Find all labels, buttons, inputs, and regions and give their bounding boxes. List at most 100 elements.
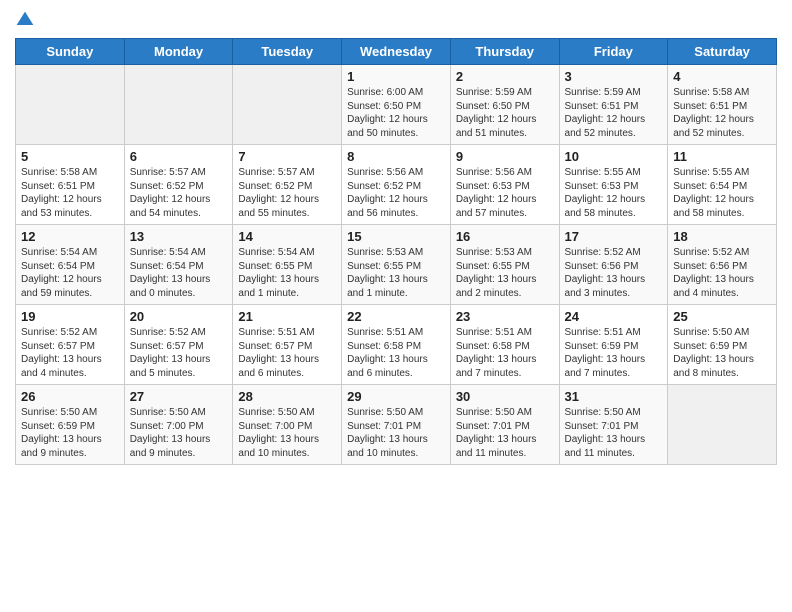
calendar-cell: 3 Sunrise: 5:59 AMSunset: 6:51 PMDaylight… <box>559 65 668 145</box>
cell-info: Sunrise: 5:52 AMSunset: 6:57 PMDaylight:… <box>130 326 228 380</box>
day-number: 13 <box>130 229 228 244</box>
calendar-cell: 28 Sunrise: 5:50 AMSunset: 7:00 PMDayligh… <box>233 385 342 465</box>
day-number: 23 <box>456 309 554 324</box>
day-number: 2 <box>456 69 554 84</box>
cell-info: Sunrise: 5:53 AMSunset: 6:55 PMDaylight:… <box>456 246 554 300</box>
cell-info: Sunrise: 5:51 AMSunset: 6:58 PMDaylight:… <box>347 326 445 380</box>
day-number: 26 <box>21 389 119 404</box>
day-header: Friday <box>559 39 668 65</box>
calendar-cell: 27 Sunrise: 5:50 AMSunset: 7:00 PMDayligh… <box>124 385 233 465</box>
calendar-cell: 15 Sunrise: 5:53 AMSunset: 6:55 PMDayligh… <box>342 225 451 305</box>
day-header: Monday <box>124 39 233 65</box>
day-number: 6 <box>130 149 228 164</box>
calendar-cell: 16 Sunrise: 5:53 AMSunset: 6:55 PMDayligh… <box>450 225 559 305</box>
cell-info: Sunrise: 5:50 AMSunset: 7:01 PMDaylight:… <box>347 406 445 460</box>
day-number: 18 <box>673 229 771 244</box>
calendar-cell: 20 Sunrise: 5:52 AMSunset: 6:57 PMDayligh… <box>124 305 233 385</box>
day-number: 25 <box>673 309 771 324</box>
cell-info: Sunrise: 5:58 AMSunset: 6:51 PMDaylight:… <box>673 86 771 140</box>
calendar-cell: 25Sunrise: 5:50 AMSunset: 6:59 PMDayligh… <box>668 305 777 385</box>
calendar-cell: 19Sunrise: 5:52 AMSunset: 6:57 PMDayligh… <box>16 305 125 385</box>
calendar-cell <box>16 65 125 145</box>
calendar-week-row: 19Sunrise: 5:52 AMSunset: 6:57 PMDayligh… <box>16 305 777 385</box>
calendar-cell: 2 Sunrise: 5:59 AMSunset: 6:50 PMDaylight… <box>450 65 559 145</box>
calendar-cell: 13 Sunrise: 5:54 AMSunset: 6:54 PMDayligh… <box>124 225 233 305</box>
calendar-cell: 10 Sunrise: 5:55 AMSunset: 6:53 PMDayligh… <box>559 145 668 225</box>
day-number: 16 <box>456 229 554 244</box>
calendar-cell: 17 Sunrise: 5:52 AMSunset: 6:56 PMDayligh… <box>559 225 668 305</box>
day-number: 12 <box>21 229 119 244</box>
day-number: 30 <box>456 389 554 404</box>
cell-info: Sunrise: 5:50 AMSunset: 7:00 PMDaylight:… <box>130 406 228 460</box>
cell-info: Sunrise: 5:53 AMSunset: 6:55 PMDaylight:… <box>347 246 445 300</box>
calendar-cell: 7Sunrise: 5:57 AMSunset: 6:52 PMDaylight… <box>233 145 342 225</box>
calendar-week-row: 26Sunrise: 5:50 AMSunset: 6:59 PMDayligh… <box>16 385 777 465</box>
day-header: Wednesday <box>342 39 451 65</box>
cell-info: Sunrise: 5:55 AMSunset: 6:54 PMDaylight:… <box>673 166 771 220</box>
day-header: Saturday <box>668 39 777 65</box>
cell-info: Sunrise: 5:57 AMSunset: 6:52 PMDaylight:… <box>130 166 228 220</box>
day-number: 31 <box>565 389 663 404</box>
day-number: 1 <box>347 69 445 84</box>
cell-info: Sunrise: 5:51 AMSunset: 6:57 PMDaylight:… <box>238 326 336 380</box>
day-number: 9 <box>456 149 554 164</box>
cell-info: Sunrise: 5:52 AMSunset: 6:56 PMDaylight:… <box>673 246 771 300</box>
calendar-cell: 24 Sunrise: 5:51 AMSunset: 6:59 PMDayligh… <box>559 305 668 385</box>
day-number: 17 <box>565 229 663 244</box>
calendar-cell: 5 Sunrise: 5:58 AMSunset: 6:51 PMDaylight… <box>16 145 125 225</box>
calendar-cell: 18 Sunrise: 5:52 AMSunset: 6:56 PMDayligh… <box>668 225 777 305</box>
page-header <box>15 10 777 30</box>
calendar-cell: 9 Sunrise: 5:56 AMSunset: 6:53 PMDaylight… <box>450 145 559 225</box>
cell-info: Sunrise: 6:00 AMSunset: 6:50 PMDaylight:… <box>347 86 445 140</box>
day-number: 29 <box>347 389 445 404</box>
cell-info: Sunrise: 5:51 AMSunset: 6:58 PMDaylight:… <box>456 326 554 380</box>
day-number: 3 <box>565 69 663 84</box>
cell-info: Sunrise: 5:56 AMSunset: 6:52 PMDaylight:… <box>347 166 445 220</box>
calendar-cell: 26Sunrise: 5:50 AMSunset: 6:59 PMDayligh… <box>16 385 125 465</box>
calendar-cell: 30 Sunrise: 5:50 AMSunset: 7:01 PMDayligh… <box>450 385 559 465</box>
day-number: 21 <box>238 309 336 324</box>
calendar-cell <box>668 385 777 465</box>
cell-info: Sunrise: 5:55 AMSunset: 6:53 PMDaylight:… <box>565 166 663 220</box>
cell-info: Sunrise: 5:54 AMSunset: 6:54 PMDaylight:… <box>130 246 228 300</box>
calendar-cell: 22 Sunrise: 5:51 AMSunset: 6:58 PMDayligh… <box>342 305 451 385</box>
calendar-week-row: 5 Sunrise: 5:58 AMSunset: 6:51 PMDaylight… <box>16 145 777 225</box>
calendar-cell: 14 Sunrise: 5:54 AMSunset: 6:55 PMDayligh… <box>233 225 342 305</box>
calendar-cell: 23 Sunrise: 5:51 AMSunset: 6:58 PMDayligh… <box>450 305 559 385</box>
calendar-cell: 4Sunrise: 5:58 AMSunset: 6:51 PMDaylight… <box>668 65 777 145</box>
calendar-cell: 21 Sunrise: 5:51 AMSunset: 6:57 PMDayligh… <box>233 305 342 385</box>
day-number: 14 <box>238 229 336 244</box>
cell-info: Sunrise: 5:52 AMSunset: 6:57 PMDaylight:… <box>21 326 119 380</box>
cell-info: Sunrise: 5:50 AMSunset: 7:00 PMDaylight:… <box>238 406 336 460</box>
calendar-table: SundayMondayTuesdayWednesdayThursdayFrid… <box>15 38 777 465</box>
day-number: 8 <box>347 149 445 164</box>
day-number: 5 <box>21 149 119 164</box>
day-number: 28 <box>238 389 336 404</box>
day-header: Thursday <box>450 39 559 65</box>
calendar-cell: 8 Sunrise: 5:56 AMSunset: 6:52 PMDaylight… <box>342 145 451 225</box>
cell-info: Sunrise: 5:59 AMSunset: 6:51 PMDaylight:… <box>565 86 663 140</box>
day-number: 7 <box>238 149 336 164</box>
cell-info: Sunrise: 5:54 AMSunset: 6:55 PMDaylight:… <box>238 246 336 300</box>
cell-info: Sunrise: 5:50 AMSunset: 7:01 PMDaylight:… <box>456 406 554 460</box>
day-number: 27 <box>130 389 228 404</box>
day-number: 15 <box>347 229 445 244</box>
day-number: 20 <box>130 309 228 324</box>
day-number: 10 <box>565 149 663 164</box>
day-number: 11 <box>673 149 771 164</box>
calendar-week-row: 1 Sunrise: 6:00 AMSunset: 6:50 PMDaylight… <box>16 65 777 145</box>
day-number: 22 <box>347 309 445 324</box>
cell-info: Sunrise: 5:51 AMSunset: 6:59 PMDaylight:… <box>565 326 663 380</box>
day-number: 24 <box>565 309 663 324</box>
cell-info: Sunrise: 5:56 AMSunset: 6:53 PMDaylight:… <box>456 166 554 220</box>
calendar-cell <box>233 65 342 145</box>
calendar-cell <box>124 65 233 145</box>
days-header-row: SundayMondayTuesdayWednesdayThursdayFrid… <box>16 39 777 65</box>
cell-info: Sunrise: 5:50 AMSunset: 7:01 PMDaylight:… <box>565 406 663 460</box>
calendar-cell: 11 Sunrise: 5:55 AMSunset: 6:54 PMDayligh… <box>668 145 777 225</box>
cell-info: Sunrise: 5:58 AMSunset: 6:51 PMDaylight:… <box>21 166 119 220</box>
calendar-cell: 29 Sunrise: 5:50 AMSunset: 7:01 PMDayligh… <box>342 385 451 465</box>
cell-info: Sunrise: 5:52 AMSunset: 6:56 PMDaylight:… <box>565 246 663 300</box>
cell-info: Sunrise: 5:59 AMSunset: 6:50 PMDaylight:… <box>456 86 554 140</box>
logo <box>15 10 39 30</box>
